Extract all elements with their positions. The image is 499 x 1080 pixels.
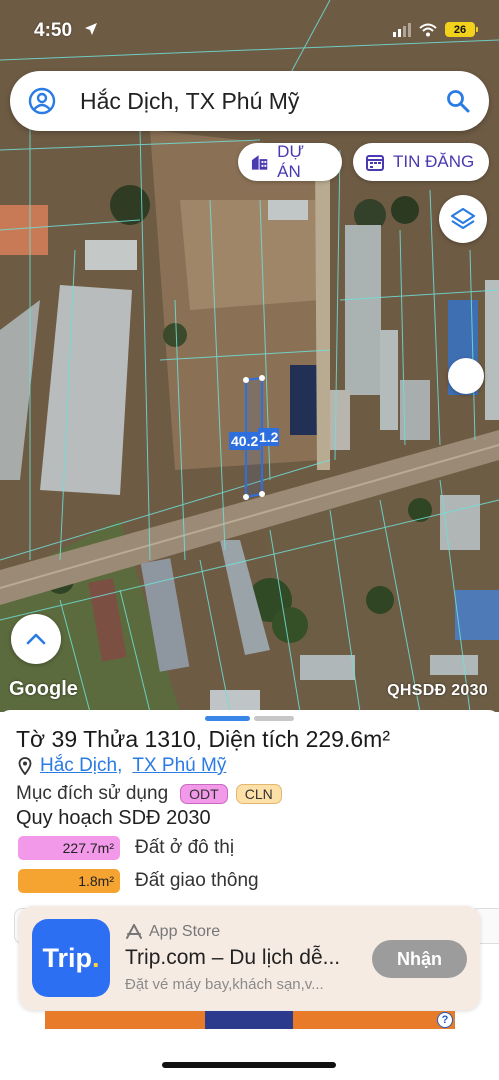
- status-icons: 26: [393, 22, 478, 37]
- status-time: 4:50: [34, 20, 73, 41]
- land-use-tag-cln[interactable]: CLN: [235, 784, 282, 804]
- sheet-page-indicator: [254, 716, 294, 721]
- cellular-signal-icon: [393, 22, 411, 37]
- parcel-length-label: 40.2: [229, 432, 261, 450]
- ad-banner[interactable]: Trip. App Store Trip.com – Du lịch dễ...…: [19, 906, 480, 1010]
- project-chip-label: DỰ ÁN: [277, 142, 304, 181]
- home-indicator: [162, 1062, 336, 1068]
- search-input[interactable]: Hắc Dịch, TX Phú Mỹ: [80, 88, 445, 115]
- address-separator: ,: [117, 755, 123, 776]
- battery-icon: 26: [445, 22, 478, 37]
- battery-level: 26: [453, 23, 467, 36]
- ad-strip[interactable]: ?: [45, 1011, 455, 1029]
- logo-dot: .: [92, 942, 100, 973]
- town-link[interactable]: TX Phú Mỹ: [132, 755, 226, 777]
- map-view[interactable]: 40.2 1.2 4:50 26 Hắc Dịch, TX Phú Mỹ DỰ …: [0, 0, 499, 712]
- building-icon: [251, 155, 268, 170]
- calendar-icon: [366, 155, 384, 171]
- listing-chip-label: TIN ĐĂNG: [393, 152, 475, 171]
- search-bar[interactable]: Hắc Dịch, TX Phú Mỹ: [10, 71, 489, 131]
- ad-title: Trip.com – Du lịch dễ...: [125, 946, 341, 969]
- get-app-button[interactable]: Nhận: [372, 940, 467, 978]
- parcel-title: Tờ 39 Thửa 1310, Diện tích 229.6m²: [16, 726, 390, 752]
- ad-store: App Store: [125, 923, 220, 941]
- expand-panel-button[interactable]: [11, 614, 61, 664]
- google-logo: Google: [9, 678, 78, 700]
- parcel-address: Hắc Dịch , TX Phú Mỹ: [18, 755, 226, 777]
- ward-link[interactable]: Hắc Dịch: [40, 755, 117, 777]
- plan-item-label: Đất ở đô thị: [135, 837, 235, 858]
- plan-item: 1.8m² Đất giao thông: [18, 869, 259, 893]
- ad-help-icon[interactable]: ?: [437, 1012, 453, 1028]
- map-pin-icon: [18, 757, 32, 775]
- status-bar: 4:50 26: [0, 0, 499, 60]
- layers-icon: [450, 207, 476, 230]
- map-overlay-name: QHSDĐ 2030: [387, 682, 488, 699]
- land-use-tag-odt[interactable]: ODT: [180, 784, 228, 804]
- ad-subtitle: Đặt vé máy bay,khách sạn,v...: [125, 976, 324, 993]
- listing-chip-button[interactable]: TIN ĐĂNG: [353, 143, 489, 181]
- project-chip-button[interactable]: DỰ ÁN: [238, 142, 342, 181]
- trip-app-logo: Trip.: [32, 919, 110, 997]
- location-arrow-icon: [85, 23, 97, 35]
- wifi-icon: [419, 23, 437, 36]
- ad-strip-image: [205, 1011, 293, 1029]
- app-store-icon: [126, 924, 142, 939]
- chevron-up-icon: [26, 633, 46, 645]
- plan-item: 227.7m² Đất ở đô thị: [18, 836, 234, 860]
- sheet-handle[interactable]: [205, 716, 294, 721]
- plan-item-area: 227.7m²: [18, 836, 120, 860]
- parcel-width-label: 1.2: [258, 428, 280, 446]
- logo-text: Trip: [42, 942, 92, 973]
- sheet-page-indicator-active: [205, 716, 250, 721]
- land-use-row: Mục đích sử dụng ODT CLN: [16, 783, 282, 805]
- plan-item-label: Đất giao thông: [135, 870, 259, 891]
- land-use-label: Mục đích sử dụng: [16, 783, 169, 804]
- account-icon[interactable]: [28, 87, 56, 115]
- search-icon[interactable]: [445, 88, 471, 114]
- plan-heading: Quy hoạch SDĐ 2030: [16, 807, 211, 829]
- my-location-button[interactable]: [448, 358, 484, 394]
- ad-store-label: App Store: [149, 923, 221, 940]
- layers-button[interactable]: [439, 195, 487, 243]
- plan-item-area: 1.8m²: [18, 869, 120, 893]
